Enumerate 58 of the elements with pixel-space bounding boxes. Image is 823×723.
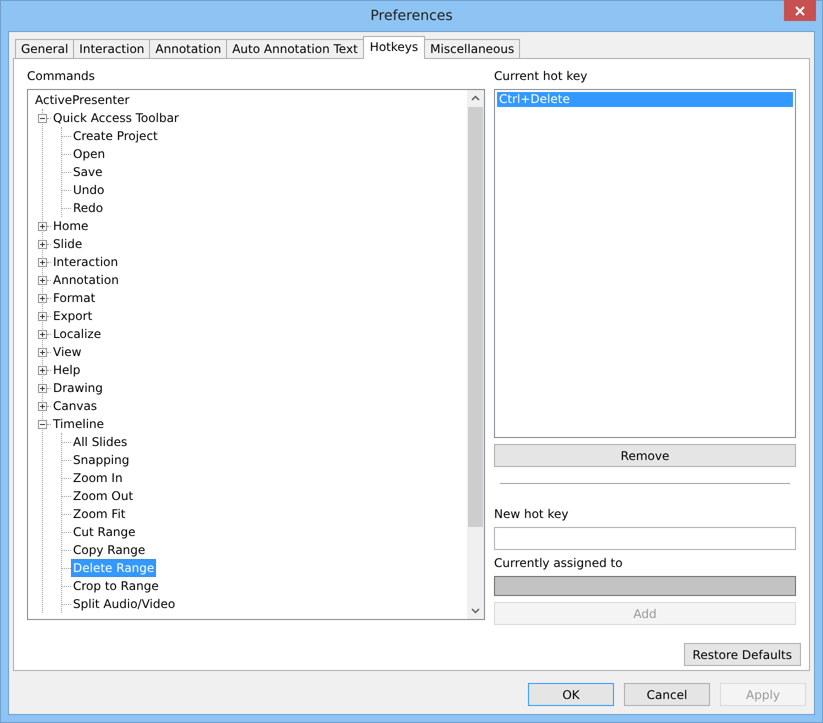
tree-item[interactable]: Save [71,163,104,181]
tree-item[interactable]: Split Audio/Video [71,595,178,613]
tree-item[interactable]: Interaction [51,253,120,271]
tree-item[interactable]: Zoom Fit [71,505,128,523]
tree-item[interactable]: Canvas [51,397,100,415]
plus-icon[interactable] [38,366,47,374]
plus-icon[interactable] [38,402,47,410]
tree-item[interactable]: Zoom In [71,469,125,487]
tree-item[interactable]: Quick Access Toolbar [51,109,181,127]
minus-icon[interactable] [38,420,47,428]
scrollbar[interactable] [467,90,484,619]
tree-item[interactable]: Snapping [71,451,132,469]
dialog-button[interactable]: Cancel [624,683,710,706]
tree-item[interactable]: Home [51,217,90,235]
dialog-button[interactable]: OK [528,683,614,706]
remove-button[interactable]: Remove [494,444,796,467]
tree-item[interactable]: Undo [71,181,106,199]
close-button[interactable] [784,0,816,21]
tree-item[interactable]: Drawing [51,379,105,397]
tree-item[interactable]: View [51,343,84,361]
plus-icon[interactable] [38,312,47,320]
tree-item[interactable]: Annotation [51,271,121,289]
plus-icon[interactable] [38,384,47,392]
tree-item[interactable]: Export [51,307,94,325]
tab[interactable]: General [15,39,74,59]
tree-item[interactable]: Create Project [71,127,160,145]
plus-icon[interactable] [38,240,47,248]
tree-item[interactable]: Crop to Range [71,577,161,595]
tree-item[interactable]: Zoom Out [71,487,136,505]
tree-item[interactable]: Format [51,289,98,307]
tree-item[interactable]: Copy Range [71,541,148,559]
close-icon [795,6,805,16]
currently-assigned-label: Currently assigned to [494,556,624,572]
window-title: Preferences [370,8,453,24]
tab[interactable]: Hotkeys [362,36,426,59]
restore-defaults-button[interactable]: Restore Defaults [684,643,801,666]
tree-item[interactable]: Localize [51,325,104,343]
new-hot-key-field[interactable] [494,527,796,550]
tree-item[interactable]: Help [51,361,82,379]
scrollbar-thumb[interactable] [468,107,483,527]
tree-item[interactable]: Open [71,145,108,163]
tree-item[interactable]: ActivePresenter [33,91,132,109]
minus-icon[interactable] [38,114,47,122]
plus-icon[interactable] [38,330,47,338]
tree-item[interactable]: Redo [71,199,106,217]
tree-item[interactable]: Timeline [51,415,106,433]
new-hot-key-label: New hot key [494,507,570,523]
plus-icon[interactable] [38,222,47,230]
plus-icon[interactable] [38,294,47,302]
current-hot-key-label: Current hot key [494,69,588,85]
tree-item[interactable]: Cut Range [71,523,138,541]
tab[interactable]: Miscellaneous [424,39,520,59]
plus-icon[interactable] [38,348,47,356]
commands-label: Commands [27,69,96,85]
tree-item[interactable]: All Slides [71,433,130,451]
tree-item[interactable]: Slide [51,235,84,253]
plus-icon[interactable] [38,276,47,284]
plus-icon[interactable] [38,258,47,266]
